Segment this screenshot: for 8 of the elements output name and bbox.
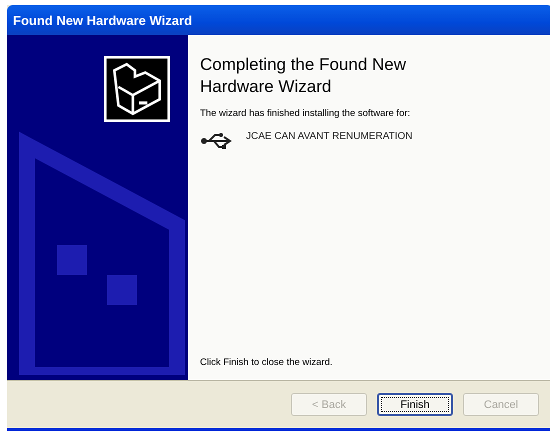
close-instruction: Click Finish to close the wizard. bbox=[200, 357, 334, 368]
window-title: Found New Hardware Wizard bbox=[13, 12, 192, 28]
wizard-button[interactable]: Finish bbox=[377, 393, 453, 416]
hardware-drawer-icon bbox=[104, 56, 170, 122]
finish-message: The wizard has finished installing the software for: bbox=[200, 108, 412, 119]
usb-icon bbox=[200, 131, 234, 151]
wizard-heading: Completing the Found New Hardware Wizard bbox=[200, 54, 408, 98]
device-name: JCAE CAN AVANT RENUMERATION bbox=[246, 130, 413, 142]
